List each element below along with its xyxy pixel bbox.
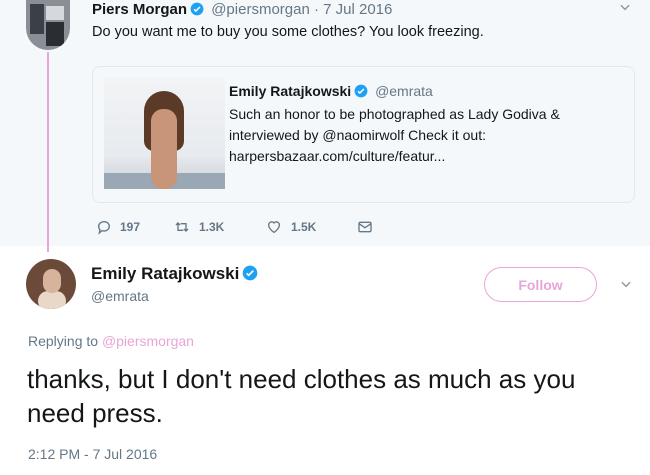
reply-author-name[interactable]: Emily Ratajkowski [91,264,261,286]
tweet-date[interactable]: · 7 Jul 2016 [314,1,392,18]
like-count: 1.5K [291,220,317,234]
retweet-icon [175,222,189,232]
reply-icon [98,221,110,235]
direct-message-button[interactable] [356,219,374,235]
author-name[interactable]: Piers Morgan [92,1,187,18]
replying-to-link[interactable]: @piersmorgan [102,333,194,349]
chevron-down-icon[interactable] [618,0,632,17]
reply-tweet-text: thanks, but I don't need clothes as much… [27,364,576,428]
reply-author-handle[interactable]: @emrata [91,288,149,304]
reply-button[interactable]: 197 [96,219,140,235]
retweet-button[interactable]: 1.3K [173,219,224,235]
chevron-down-icon[interactable] [619,277,633,294]
replying-to: Replying to @piersmorgan [28,333,194,349]
quoted-author-handle: @emrata [375,83,433,99]
reply-count: 197 [120,220,141,234]
quoted-tweet-header: Emily Ratajkowski @emrata [229,82,433,102]
author-handle[interactable]: @piersmorgan [211,1,310,18]
thread-connector-line [47,52,49,252]
reply-timestamp[interactable]: 2:12 PM - 7 Jul 2016 [28,446,157,462]
retweet-count: 1.3K [199,220,225,234]
quoted-tweet-text: Such an honor to be photographed as Lady… [229,106,560,164]
envelope-icon [358,221,372,233]
quoted-tweet-card[interactable]: Emily Ratajkowski @emrata Such an honor … [92,66,635,203]
verified-badge-icon [242,265,258,286]
like-button[interactable]: 1.5K [265,219,316,235]
verified-badge-icon [354,84,368,102]
reply-author-name-text[interactable]: Emily Ratajkowski [91,264,239,283]
avatar-emily-ratajkowski[interactable] [26,259,76,309]
heart-icon [268,221,280,234]
quoted-tweet-image[interactable] [104,77,225,189]
verified-badge-icon [190,2,204,21]
tweet-text: Do you want me to buy you some clothes? … [92,24,484,40]
avatar-piers-morgan[interactable] [26,0,70,50]
follow-button[interactable]: Follow [484,267,597,302]
replying-to-label: Replying to [28,333,99,349]
quoted-author-name: Emily Ratajkowski [229,83,352,99]
tweet-header: Piers Morgan @piersmorgan · 7 Jul 2016 [92,1,392,21]
